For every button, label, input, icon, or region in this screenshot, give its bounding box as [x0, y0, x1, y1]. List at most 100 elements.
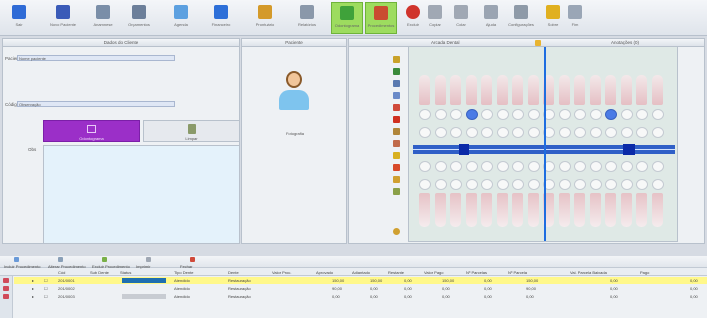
odontogram-chart[interactable] — [408, 46, 678, 242]
grid-action-2[interactable]: Excluir Procedimento — [92, 264, 130, 269]
lower-occlusal[interactable] — [651, 161, 664, 172]
lower-occlusal[interactable] — [558, 161, 571, 172]
lower-tooth[interactable] — [434, 193, 446, 227]
lower-tooth[interactable] — [589, 193, 601, 227]
lower-crown[interactable] — [481, 179, 493, 190]
upper-crown[interactable] — [605, 109, 617, 120]
upper-occlusal[interactable] — [574, 127, 586, 138]
lower-tooth[interactable] — [636, 193, 647, 227]
lower-tooth[interactable] — [465, 193, 477, 227]
grid-column-header[interactable]: Sub Dente — [90, 270, 109, 275]
lower-occlusal[interactable] — [620, 161, 633, 172]
upper-tooth[interactable] — [527, 75, 539, 105]
odontogram-tool-icon[interactable] — [393, 152, 400, 159]
grid-column-header[interactable]: Adiantado — [352, 270, 370, 275]
upper-crown[interactable] — [527, 109, 540, 120]
lower-tooth[interactable] — [574, 193, 585, 227]
lower-crown[interactable] — [589, 179, 602, 190]
toolbar-button-13[interactable]: Colar — [446, 2, 476, 34]
table-row[interactable]: ▸ ☐ 201/0001 Atendido Restauração 150,00 150,0… — [14, 277, 707, 284]
grid-action-3[interactable]: Imprimir — [136, 264, 150, 269]
lower-tooth[interactable] — [481, 193, 492, 227]
toolbar-button-7[interactable]: Relatórios — [292, 2, 322, 34]
lower-tooth[interactable] — [605, 193, 616, 227]
toolbar-button-2[interactable]: Anamnese — [88, 2, 118, 34]
odontogram-tool-icon[interactable] — [393, 56, 400, 63]
upper-crown[interactable] — [419, 109, 431, 120]
lower-tooth[interactable] — [527, 193, 539, 227]
upper-occlusal[interactable] — [496, 127, 509, 138]
grid-column-header[interactable]: Dente — [228, 270, 239, 275]
upper-crown[interactable] — [589, 109, 602, 120]
toolbar-button-3[interactable]: Orçamentos — [124, 2, 154, 34]
lower-tooth[interactable] — [512, 193, 523, 227]
upper-crown[interactable] — [434, 109, 447, 120]
upper-occlusal[interactable] — [465, 127, 478, 138]
grid-column-header[interactable]: Restante — [388, 270, 404, 275]
upper-crown[interactable] — [465, 109, 478, 120]
upper-tooth[interactable] — [434, 75, 446, 105]
upper-crown[interactable] — [512, 109, 524, 120]
upper-tooth[interactable] — [496, 75, 508, 105]
lower-crown[interactable] — [465, 179, 478, 190]
lower-tooth[interactable] — [651, 193, 663, 227]
upper-tooth[interactable] — [450, 75, 461, 105]
upper-tooth[interactable] — [419, 75, 430, 105]
lower-crown[interactable] — [620, 179, 633, 190]
odontogram-button[interactable]: Odontograma — [43, 120, 140, 142]
odontogram-tool-icon[interactable] — [393, 92, 400, 99]
upper-occlusal[interactable] — [450, 127, 462, 138]
upper-occlusal[interactable] — [512, 127, 524, 138]
toolbar-button-1[interactable]: Novo Paciente — [48, 2, 78, 34]
odontogram-tool-icon[interactable] — [393, 80, 400, 87]
grid-column-header[interactable]: Nº Parcelas — [466, 270, 487, 275]
upper-crown[interactable] — [651, 109, 664, 120]
upper-crown[interactable] — [620, 109, 633, 120]
upper-occlusal[interactable] — [589, 127, 602, 138]
grid-column-header[interactable]: Valor Proc. — [272, 270, 292, 275]
toolbar-button-14[interactable]: Ajuda — [476, 2, 506, 34]
upper-crown[interactable] — [636, 109, 648, 120]
upper-tooth[interactable] — [605, 75, 616, 105]
grid-column-header[interactable]: Cód — [58, 270, 65, 275]
grid-column-header[interactable]: Aprovado — [316, 270, 333, 275]
lower-crown[interactable] — [419, 179, 431, 190]
toolbar-button-0[interactable]: Sair — [4, 2, 34, 34]
lower-crown[interactable] — [527, 179, 540, 190]
grid-column-header[interactable]: Pago — [640, 270, 649, 275]
toolbar-button-17[interactable]: Fim — [560, 2, 590, 34]
lower-crown[interactable] — [636, 179, 648, 190]
lower-tooth[interactable] — [496, 193, 508, 227]
selected-tooth-marker[interactable] — [623, 144, 635, 155]
lower-occlusal[interactable] — [574, 161, 586, 172]
lower-crown[interactable] — [558, 179, 571, 190]
toolbar-button-5[interactable]: Financeiro — [206, 2, 236, 34]
toolbar-button-9[interactable]: Odontograma — [331, 2, 363, 34]
grid-action-4[interactable]: Fechar — [180, 264, 192, 269]
lower-occlusal[interactable] — [589, 161, 602, 172]
upper-tooth[interactable] — [558, 75, 570, 105]
toolbar-button-4[interactable]: Agenda — [166, 2, 196, 34]
odontogram-tool-icon[interactable] — [393, 228, 400, 235]
lower-occlusal[interactable] — [450, 161, 462, 172]
grid-column-header[interactable]: Nº Parcela — [508, 270, 527, 275]
upper-occlusal[interactable] — [558, 127, 571, 138]
odontogram-tool-icon[interactable] — [393, 140, 400, 147]
lower-occlusal[interactable] — [605, 161, 617, 172]
upper-crown[interactable] — [496, 109, 509, 120]
clear-button[interactable]: Limpar — [143, 120, 240, 142]
upper-occlusal[interactable] — [527, 127, 540, 138]
upper-crown[interactable] — [574, 109, 586, 120]
upper-occlusal[interactable] — [434, 127, 447, 138]
upper-crown[interactable] — [558, 109, 571, 120]
selected-tooth-marker[interactable] — [459, 144, 469, 155]
toolbar-button-10[interactable]: Procedimentos — [365, 2, 397, 34]
upper-tooth[interactable] — [636, 75, 647, 105]
lower-occlusal[interactable] — [481, 161, 493, 172]
odontogram-tool-icon[interactable] — [393, 164, 400, 171]
toolbar-button-15[interactable]: Configurações — [506, 2, 536, 34]
odontogram-tool-icon[interactable] — [393, 128, 400, 135]
grid-column-header[interactable]: Valor Pago — [424, 270, 444, 275]
lower-tooth[interactable] — [419, 193, 430, 227]
lower-occlusal[interactable] — [419, 161, 431, 172]
